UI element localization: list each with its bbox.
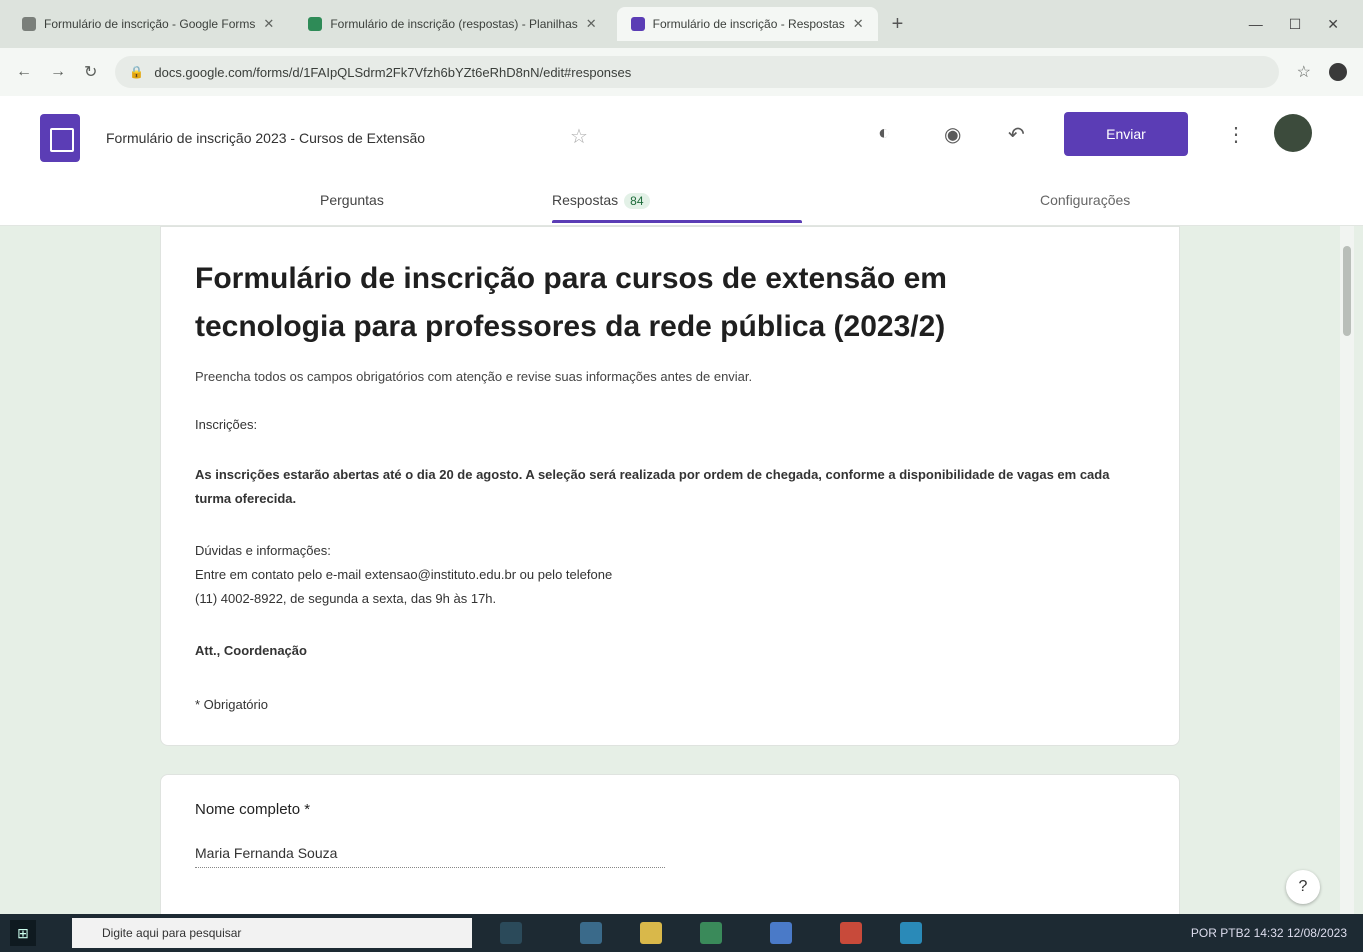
question-answer: Maria Fernanda Souza: [195, 845, 665, 868]
more-options-icon[interactable]: ⋮: [1226, 122, 1246, 147]
os-taskbar: ⊞ Digite aqui para pesquisar POR PTB2 14…: [0, 914, 1363, 952]
app-icon[interactable]: [900, 922, 922, 944]
profile-icon[interactable]: [1329, 63, 1347, 81]
browser-tab-bar: Formulário de inscrição - Google Forms ✕…: [0, 0, 1363, 48]
browser-tab[interactable]: Formulário de inscrição - Google Forms ✕: [8, 7, 288, 41]
forward-icon[interactable]: →: [50, 63, 66, 81]
url-input[interactable]: 🔒 docs.google.com/forms/d/1FAIpQLSdrm2Fk…: [115, 56, 1279, 88]
send-button[interactable]: Enviar: [1064, 112, 1188, 156]
browser-tab-title: Formulário de inscrição - Google Forms: [44, 17, 256, 31]
tab-settings[interactable]: Configurações: [1040, 192, 1130, 208]
form-description: Preencha todos os campos obrigatórios co…: [195, 369, 753, 384]
start-button[interactable]: ⊞: [10, 920, 36, 946]
tab-favicon-icon: [22, 17, 36, 31]
mail-icon[interactable]: [770, 922, 792, 944]
response-count-badge: 84: [624, 193, 650, 209]
form-content: Formulário de inscrição para cursos de e…: [0, 226, 1363, 914]
tab-responses[interactable]: Respostas 84: [552, 192, 650, 209]
tab-responses-label: Respostas: [552, 192, 619, 208]
reload-icon[interactable]: ↻: [84, 62, 97, 82]
close-icon[interactable]: ✕: [586, 16, 597, 32]
preview-icon[interactable]: ◉: [944, 122, 961, 147]
question-card: Nome completo * Maria Fernanda Souza: [160, 774, 1180, 914]
form-text-line: As inscrições estarão abertas até o dia …: [195, 467, 1110, 506]
required-note: * Obrigatório: [195, 697, 268, 712]
close-icon[interactable]: ✕: [853, 16, 864, 32]
question-title: Nome completo *: [195, 801, 311, 818]
form-text-line: Inscrições:: [195, 417, 258, 432]
scroll-thumb[interactable]: [1343, 246, 1351, 336]
forms-header: Formulário de inscrição 2023 - Cursos de…: [0, 96, 1363, 226]
system-tray-clock[interactable]: POR PTB2 14:32 12/08/2023: [1191, 926, 1347, 940]
form-text-line: Att., Coordenação: [195, 643, 307, 658]
maximize-icon[interactable]: ☐: [1289, 16, 1302, 33]
close-window-icon[interactable]: ✕: [1327, 16, 1339, 33]
form-title: Formulário de inscrição para cursos de e…: [195, 262, 947, 343]
star-icon[interactable]: ☆: [570, 124, 588, 149]
address-bar: ← → ↻ 🔒 docs.google.com/forms/d/1FAIpQLS…: [0, 48, 1363, 96]
task-view-icon[interactable]: [500, 922, 522, 944]
close-icon[interactable]: ✕: [263, 16, 274, 32]
edge-icon[interactable]: [580, 922, 602, 944]
browser-tab-title: Formulário de inscrição (respostas) - Pl…: [330, 17, 578, 31]
browser-tab-title: Formulário de inscrição - Respostas: [652, 17, 845, 31]
minimize-icon[interactable]: —: [1249, 16, 1263, 33]
form-tabs: Perguntas Respostas 84 Configurações: [0, 184, 1363, 226]
form-text-line: Dúvidas e informações:: [195, 543, 331, 558]
form-text-line: (11) 4002-8922, de segunda a sexta, das …: [195, 591, 497, 606]
taskbar-search-input[interactable]: Digite aqui para pesquisar: [72, 918, 472, 948]
new-tab-button[interactable]: +: [884, 13, 912, 36]
browser-tab-active[interactable]: Formulário de inscrição - Respostas ✕: [616, 7, 878, 41]
tab-favicon-icon: [630, 17, 645, 31]
palette-icon[interactable]: ◐: [878, 122, 890, 145]
active-tab-indicator: [552, 220, 802, 223]
url-text: docs.google.com/forms/d/1FAIpQLSdrm2Fk7V…: [154, 64, 632, 80]
form-text-line: Entre em contato pelo e-mail extensao@in…: [195, 567, 613, 582]
tab-favicon-icon: [308, 17, 323, 31]
forms-logo-icon[interactable]: [40, 114, 80, 162]
store-icon[interactable]: [700, 922, 722, 944]
back-icon[interactable]: ←: [16, 63, 32, 81]
chrome-icon[interactable]: [840, 922, 862, 944]
form-header-card: Formulário de inscrição para cursos de e…: [160, 226, 1180, 746]
lock-icon: 🔒: [129, 65, 145, 79]
avatar[interactable]: [1274, 114, 1312, 152]
tab-questions[interactable]: Perguntas: [320, 192, 384, 208]
undo-icon[interactable]: ↶: [1008, 122, 1025, 147]
help-icon[interactable]: ?: [1286, 870, 1320, 904]
browser-tab[interactable]: Formulário de inscrição (respostas) - Pl…: [294, 7, 610, 41]
file-explorer-icon[interactable]: [640, 922, 662, 944]
bookmark-star-icon[interactable]: ☆: [1297, 62, 1311, 82]
page-scrollbar[interactable]: [1340, 226, 1354, 914]
window-controls: — ☐ ✕: [1249, 16, 1363, 33]
document-title[interactable]: Formulário de inscrição 2023 - Cursos de…: [106, 130, 425, 146]
